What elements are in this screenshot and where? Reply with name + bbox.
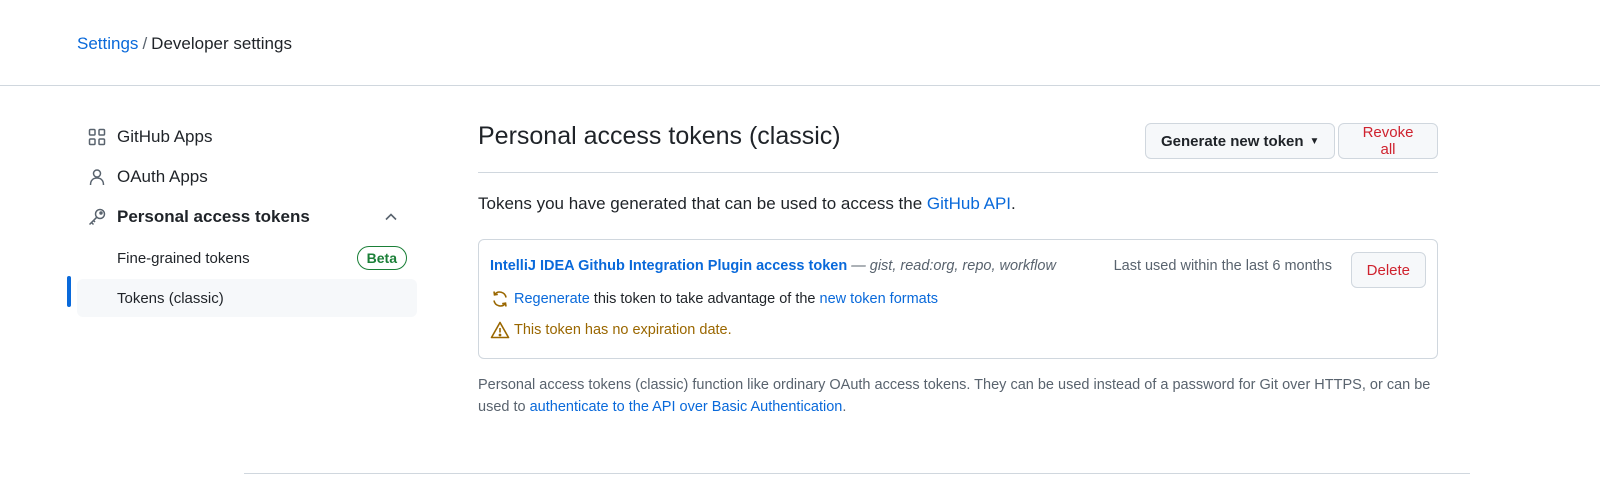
sidebar-item-label: Personal access tokens — [117, 207, 310, 226]
token-name-link[interactable]: IntelliJ IDEA Github Integration Plugin … — [490, 258, 847, 274]
token-scopes: gist, read:org, repo, workflow — [869, 258, 1056, 274]
top-bar: Settings / Developer settings — [0, 0, 1600, 86]
token-title-line: IntelliJ IDEA Github Integration Plugin … — [490, 258, 1056, 274]
sidebar-item-github-apps[interactable]: GitHub Apps — [77, 117, 417, 157]
key-icon — [87, 207, 107, 227]
breadcrumb-separator: / — [142, 34, 148, 53]
footer-divider — [244, 473, 1470, 474]
delete-token-button[interactable]: Delete — [1350, 252, 1426, 288]
breadcrumb-current: Developer settings — [151, 34, 292, 53]
active-indicator — [67, 276, 71, 307]
token-list-item: IntelliJ IDEA Github Integration Plugin … — [478, 239, 1438, 359]
intro-text-body: Tokens you have generated that can be us… — [478, 194, 927, 213]
sync-icon — [490, 289, 510, 309]
warning-text: This token has no expiration date. — [514, 322, 732, 338]
intro-text-end: . — [1011, 194, 1016, 213]
revoke-all-button[interactable]: Revoke all — [1338, 123, 1438, 159]
sidebar-item-oauth-apps[interactable]: OAuth Apps — [77, 157, 417, 197]
caret-down-icon: ▼ — [1309, 135, 1320, 147]
footnote-end: . — [842, 399, 847, 415]
breadcrumb: Settings / Developer settings — [77, 33, 292, 55]
page-title: Personal access tokens (classic) — [478, 122, 841, 150]
generate-new-token-button[interactable]: Generate new token ▼ — [1145, 123, 1336, 159]
regenerate-line: Regenerate this token to take advantage … — [490, 289, 938, 309]
expiration-warning: This token has no expiration date. — [490, 320, 732, 340]
token-dash: — — [847, 258, 870, 274]
sidebar-item-label: Fine-grained tokens — [117, 249, 250, 267]
breadcrumb-settings-link[interactable]: Settings — [77, 34, 138, 53]
sidebar-item-fine-grained-tokens[interactable]: Fine-grained tokens Beta — [77, 239, 417, 277]
new-token-formats-link[interactable]: new token formats — [820, 291, 938, 307]
regenerate-text: this token to take advantage of the — [589, 291, 820, 307]
github-api-link[interactable]: GitHub API — [927, 194, 1011, 213]
intro-text: Tokens you have generated that can be us… — [478, 194, 1016, 214]
alert-icon — [490, 320, 510, 340]
sidebar-item-label: OAuth Apps — [117, 167, 208, 186]
token-last-used: Last used within the last 6 months — [1113, 258, 1332, 274]
sidebar-item-personal-access-tokens[interactable]: Personal access tokens — [77, 197, 417, 237]
title-divider — [478, 172, 1438, 173]
basic-auth-link[interactable]: authenticate to the API over Basic Authe… — [530, 399, 843, 415]
chevron-up-icon[interactable] — [381, 207, 401, 227]
regenerate-link[interactable]: Regenerate — [514, 291, 590, 307]
apps-grid-icon — [87, 127, 107, 147]
sidebar-item-label: Tokens (classic) — [117, 289, 224, 307]
person-icon — [87, 167, 107, 187]
footnote: Personal access tokens (classic) functio… — [478, 374, 1438, 418]
generate-button-label: Generate new token — [1161, 132, 1304, 150]
sidebar: GitHub Apps OAuth Apps Personal access t… — [77, 117, 417, 317]
sidebar-item-label: GitHub Apps — [117, 127, 213, 146]
beta-badge: Beta — [356, 246, 407, 270]
sidebar-item-tokens-classic[interactable]: Tokens (classic) — [77, 279, 417, 317]
